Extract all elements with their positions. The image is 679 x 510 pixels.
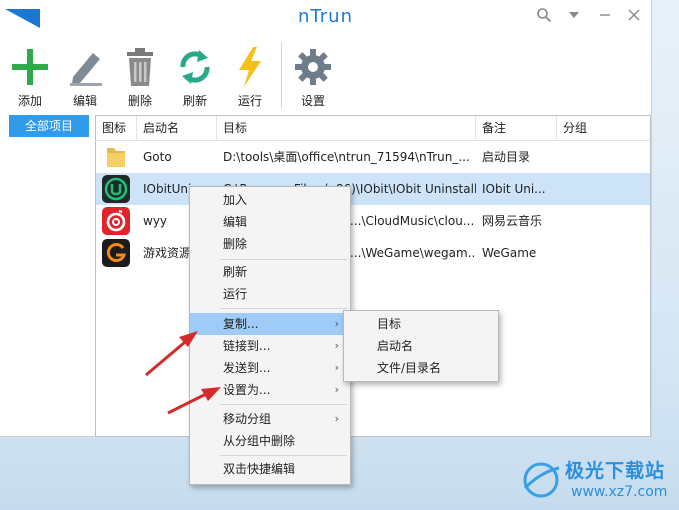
menu-item-set-as[interactable]: 设置为... ›	[190, 379, 350, 401]
row-target: ...\WeGame\wegam...	[350, 246, 476, 260]
menu-item-copy-label: 复制...	[223, 317, 259, 331]
column-header-icon[interactable]: 图标	[96, 116, 137, 140]
row-note: 网易云音乐	[482, 214, 543, 228]
submenu-item-file-dir-name[interactable]: 文件/目录名	[344, 357, 498, 379]
search-icon[interactable]	[533, 5, 555, 25]
submenu-arrow-icon: ›	[334, 412, 339, 425]
row-target: ...\CloudMusic\clou...	[350, 214, 475, 228]
menu-item-remove-from-group[interactable]: 从分组中删除	[190, 430, 350, 452]
row-note: IObit Uni...	[482, 182, 546, 196]
lightning-icon	[239, 47, 261, 87]
menu-item-link-to-label: 链接到...	[223, 339, 271, 353]
menu-item-send-to[interactable]: 发送到... ›	[190, 357, 350, 379]
menu-item-double-click-edit[interactable]: 双击快捷编辑	[190, 458, 350, 480]
sidebar: 全部项目	[9, 115, 89, 436]
menu-item-set-as-label: 设置为...	[223, 383, 271, 397]
table-row[interactable]: 游戏资源 ...\WeGame\wegam... WeGame	[96, 237, 650, 269]
close-icon[interactable]	[623, 5, 645, 25]
submenu-arrow-icon: ›	[334, 361, 339, 374]
toolbar-divider	[281, 42, 282, 108]
refresh-button[interactable]: 刷新	[170, 44, 220, 109]
pencil-icon	[70, 53, 102, 86]
items-table: 图标 启动名 目标 备注 分组 Goto D:\tools\桌面\office\…	[95, 115, 651, 437]
column-header-group[interactable]: 分组	[557, 116, 650, 140]
menu-item-refresh[interactable]: 刷新	[190, 261, 350, 283]
delete-button[interactable]: 删除	[115, 44, 165, 109]
context-menu: 加入 编辑 删除 刷新 运行 复制... › 链接到... › 发送到... ›…	[189, 186, 351, 485]
trash-icon	[127, 48, 153, 86]
submenu-arrow-icon: ›	[334, 317, 339, 330]
edit-button[interactable]: 编辑	[60, 44, 110, 109]
refresh-icon	[180, 50, 210, 84]
minimize-icon[interactable]	[594, 5, 616, 25]
copy-submenu: 目标 启动名 文件/目录名	[343, 310, 499, 382]
watermark-logo-icon	[523, 462, 560, 498]
menu-item-send-to-label: 发送到...	[223, 361, 271, 375]
submenu-arrow-icon: ›	[334, 383, 339, 396]
row-name: Goto	[143, 150, 172, 164]
run-button[interactable]: 运行	[225, 44, 275, 109]
watermark: 极光下载站 www.xz7.com	[519, 454, 679, 506]
table-header: 图标 启动名 目标 备注 分组	[96, 116, 650, 141]
submenu-item-launch-name[interactable]: 启动名	[344, 335, 498, 357]
menu-separator	[220, 455, 347, 456]
column-header-note[interactable]: 备注	[476, 116, 557, 140]
netease-music-icon	[101, 207, 131, 235]
add-button[interactable]: 添加	[5, 44, 55, 109]
submenu-arrow-icon: ›	[334, 339, 339, 352]
table-row[interactable]: Goto D:\tools\桌面\office\ntrun_71594\nTru…	[96, 141, 650, 173]
menu-separator	[220, 308, 347, 309]
settings-label: 设置	[300, 94, 325, 108]
table-row[interactable]: wyy ...\CloudMusic\clou... 网易云音乐	[96, 205, 650, 237]
title-bar: nTrun	[0, 0, 651, 34]
submenu-item-target[interactable]: 目标	[344, 313, 498, 335]
watermark-name: 极光下载站	[565, 460, 666, 482]
menu-item-run[interactable]: 运行	[190, 283, 350, 305]
dropdown-icon[interactable]	[563, 5, 585, 25]
menu-item-delete[interactable]: 删除	[190, 233, 350, 255]
menu-separator	[220, 404, 347, 405]
menu-item-edit[interactable]: 编辑	[190, 211, 350, 233]
sidebar-item-all[interactable]: 全部项目	[9, 115, 89, 137]
menu-item-copy[interactable]: 复制... ›	[190, 313, 350, 335]
toolbar: 添加 编辑 删除 刷新 运行 设置	[0, 40, 651, 112]
menu-separator	[220, 259, 347, 260]
folder-icon	[101, 143, 131, 171]
gear-icon	[295, 49, 331, 85]
run-label: 运行	[237, 94, 262, 108]
menu-item-link-to[interactable]: 链接到... ›	[190, 335, 350, 357]
edit-label: 编辑	[72, 94, 97, 108]
delete-label: 删除	[127, 94, 152, 108]
add-label: 添加	[17, 94, 42, 108]
row-name: 游戏资源	[143, 246, 189, 260]
table-row[interactable]: IObitUni C:\Program Files (x86)\IObit\IO…	[96, 173, 650, 205]
plus-icon	[12, 49, 48, 85]
wegame-icon	[101, 239, 131, 267]
column-header-name[interactable]: 启动名	[137, 116, 217, 140]
iobit-icon	[101, 175, 131, 203]
menu-item-add[interactable]: 加入	[190, 189, 350, 211]
row-note: 启动目录	[482, 150, 531, 164]
settings-button[interactable]: 设置	[288, 44, 338, 109]
row-target: D:\tools\桌面\office\ntrun_71594\nTrun_...	[223, 150, 470, 164]
menu-item-move-group[interactable]: 移动分组 ›	[190, 408, 350, 430]
watermark-url: www.xz7.com	[571, 484, 668, 500]
refresh-label: 刷新	[182, 94, 207, 108]
column-header-target[interactable]: 目标	[217, 116, 476, 140]
menu-item-move-group-label: 移动分组	[223, 412, 272, 426]
row-note: WeGame	[482, 246, 537, 260]
